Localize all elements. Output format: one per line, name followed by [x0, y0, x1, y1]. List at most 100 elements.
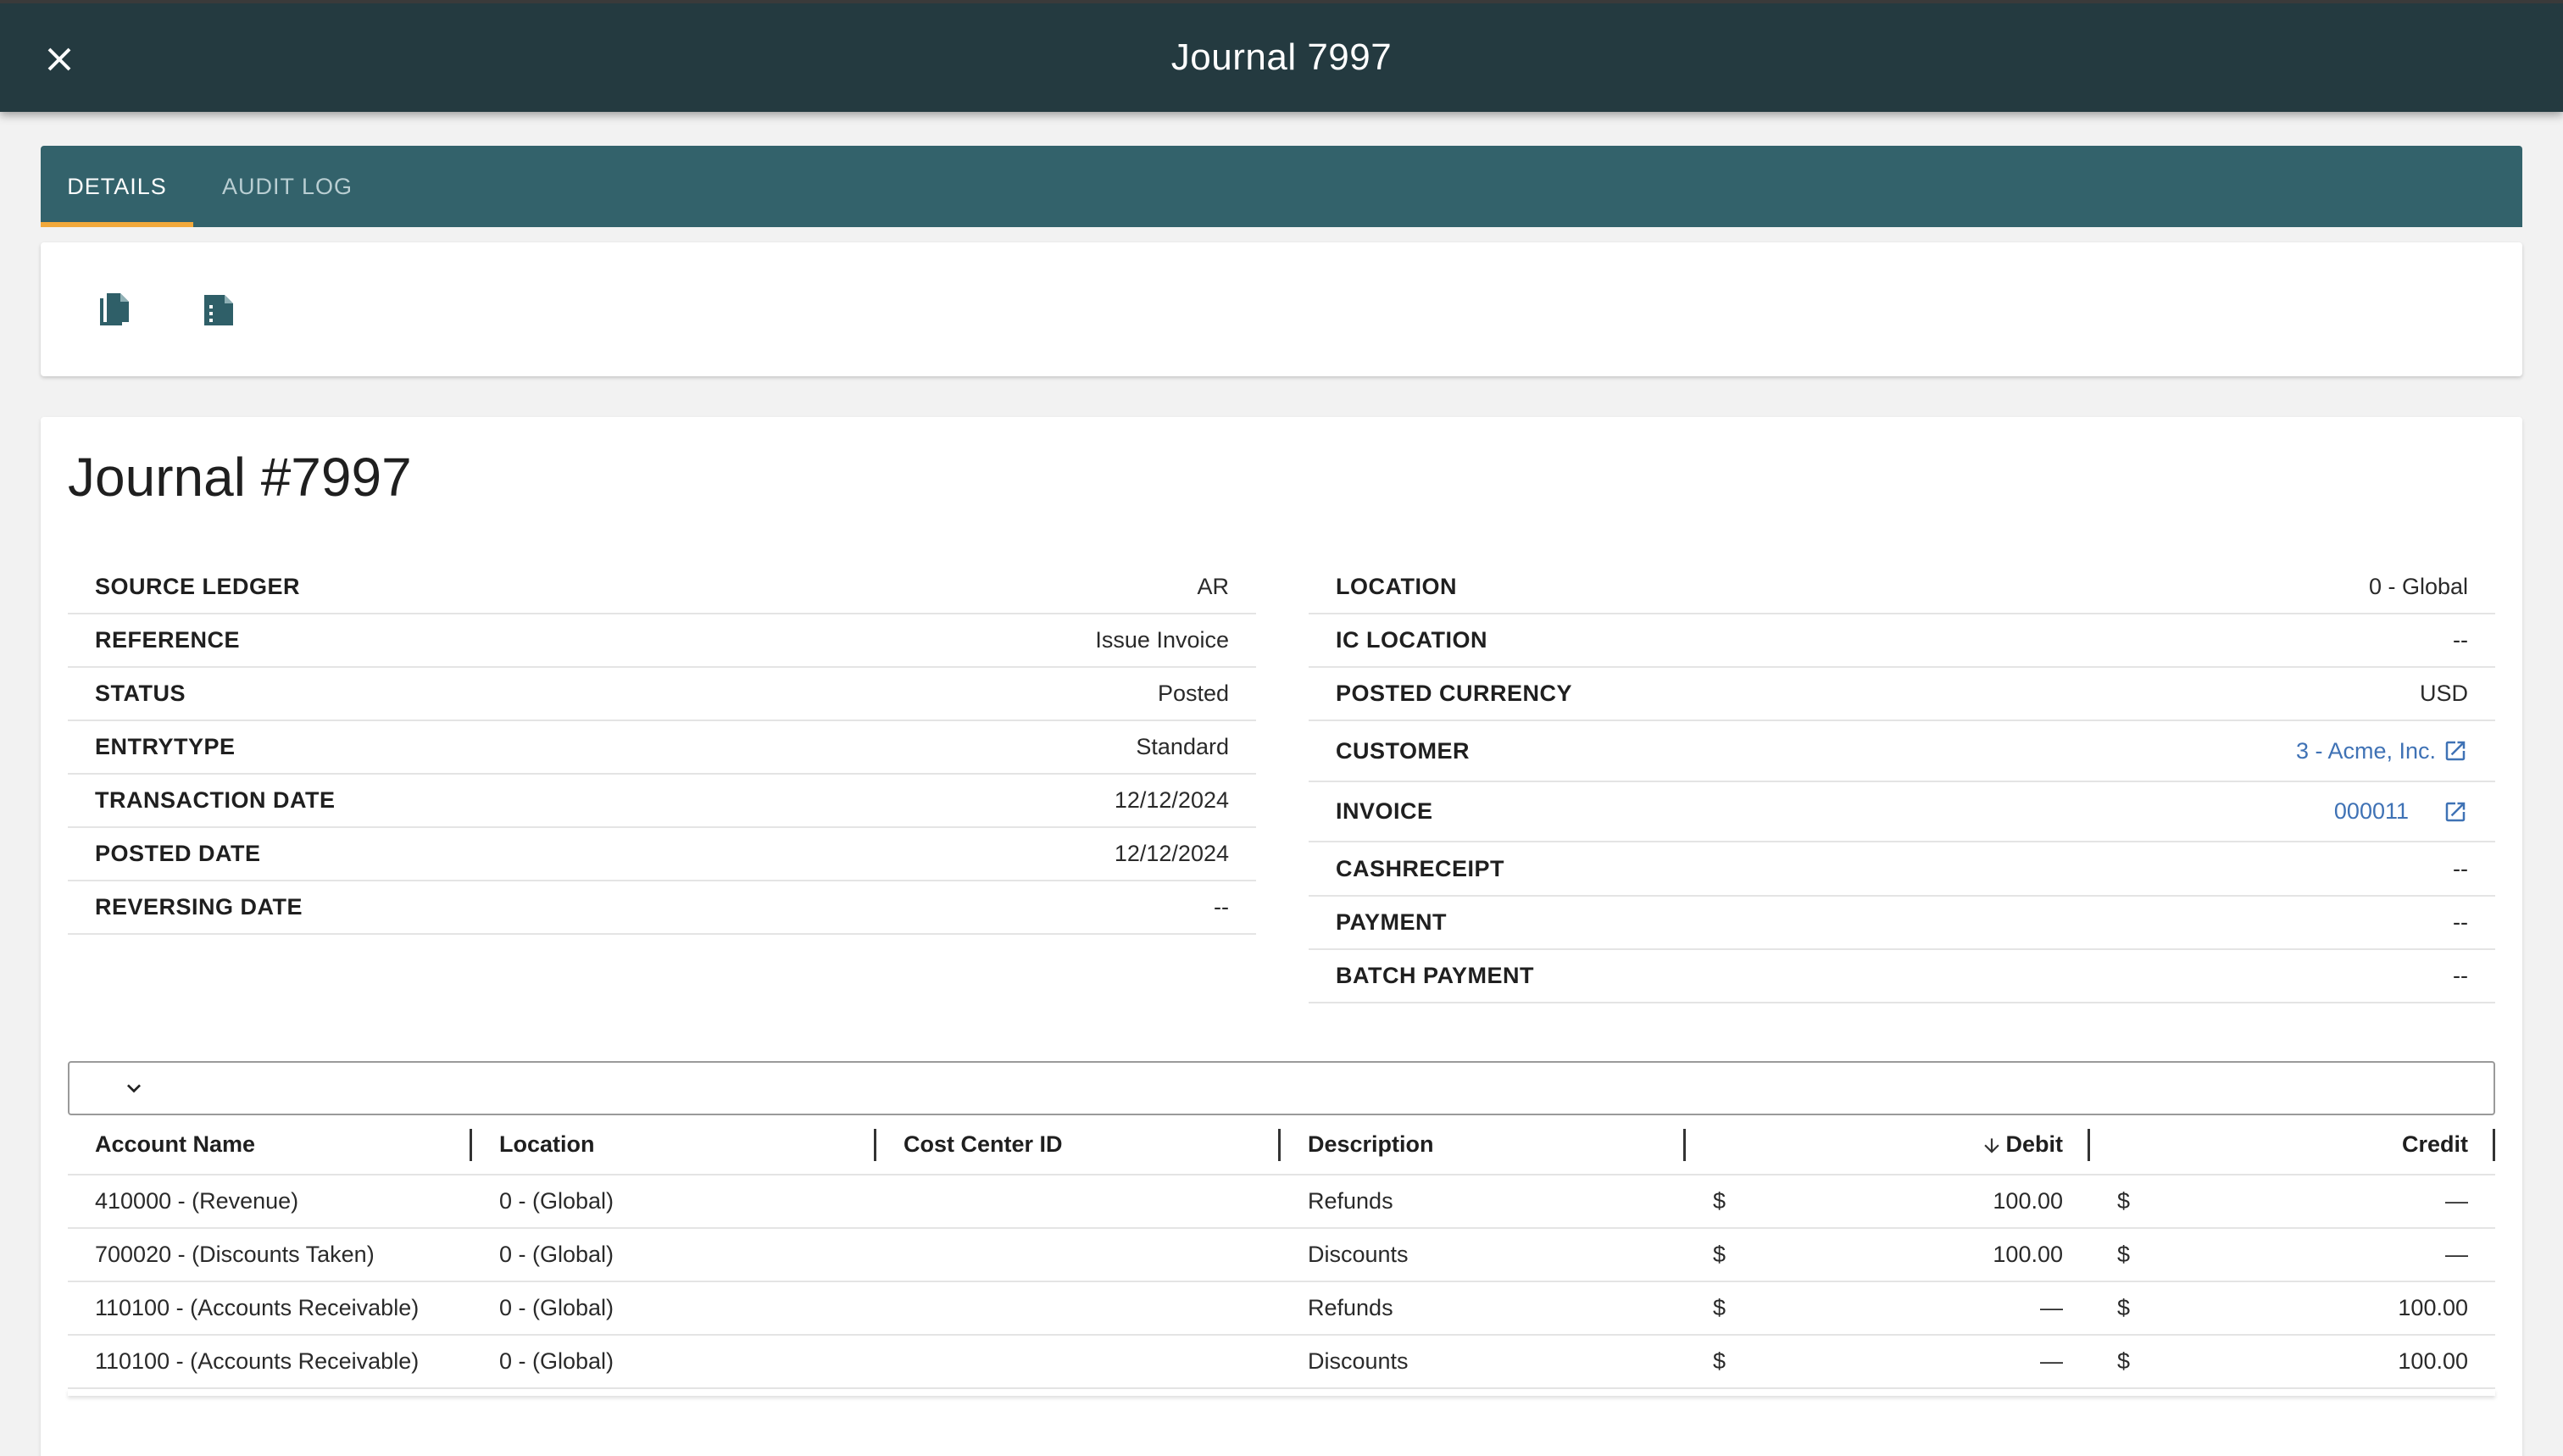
- currency-symbol: $: [1713, 1348, 1726, 1374]
- table-row[interactable]: 410000 - (Revenue) 0 - (Global) Refunds …: [68, 1175, 2495, 1229]
- tab-details[interactable]: DETAILS: [41, 146, 193, 227]
- cell-description: Refunds: [1281, 1175, 1686, 1229]
- dialog-title: Journal 7997: [1170, 36, 1393, 78]
- detail-label: BATCH PAYMENT: [1336, 963, 1535, 988]
- tab-audit-log[interactable]: AUDIT LOG: [198, 146, 376, 227]
- detail-value: Standard: [1136, 734, 1229, 759]
- cell-location: 0 - (Global): [472, 1335, 876, 1389]
- cell-credit: $100.00: [2090, 1335, 2495, 1389]
- credit-amount: —: [2445, 1242, 2468, 1267]
- detail-location: LOCATION 0 - Global: [1309, 561, 2495, 614]
- cell-debit: $ —: [1686, 1335, 2090, 1389]
- document-details-button[interactable]: [195, 286, 242, 334]
- copy-button[interactable]: [90, 286, 137, 334]
- details-left: SOURCE LEDGER AR REFERENCE Issue Invoice…: [68, 561, 1256, 935]
- customer-link-text: 3 - Acme, Inc.: [2295, 737, 2436, 764]
- cell-cost-center: [876, 1335, 1281, 1389]
- credit-amount: —: [2445, 1188, 2468, 1214]
- column-header-cost-center[interactable]: Cost Center ID: [876, 1115, 1281, 1175]
- chevron-down-icon: [127, 1084, 141, 1093]
- table-header-row: Account Name Location Cost Center ID Des…: [68, 1115, 2495, 1175]
- detail-reference: REFERENCE Issue Invoice: [68, 614, 1256, 668]
- dialog-header: Journal 7997: [0, 0, 2563, 112]
- details-right: LOCATION 0 - Global IC LOCATION -- POSTE…: [1309, 561, 2495, 1003]
- detail-value: USD: [2419, 681, 2468, 706]
- journal-card: Journal #7997 SOURCE LEDGER AR REFERENCE…: [41, 417, 2522, 1456]
- currency-symbol: $: [2117, 1295, 2131, 1320]
- detail-label: SOURCE LEDGER: [95, 574, 301, 599]
- detail-value: 12/12/2024: [1114, 841, 1229, 866]
- detail-reversing-date: REVERSING DATE --: [68, 881, 1256, 935]
- column-label: Account Name: [95, 1131, 256, 1157]
- table-row[interactable]: 110100 - (Accounts Receivable) 0 - (Glob…: [68, 1281, 2495, 1336]
- column-header-account[interactable]: Account Name: [68, 1115, 472, 1175]
- column-label: Cost Center ID: [903, 1131, 1063, 1157]
- invoice-link-text: 000011: [2333, 798, 2409, 824]
- action-toolbar: [41, 242, 2522, 376]
- detail-value: Issue Invoice: [1095, 627, 1229, 653]
- detail-source-ledger: SOURCE LEDGER AR: [68, 561, 1256, 614]
- column-header-credit[interactable]: Credit: [2090, 1115, 2495, 1175]
- cell-account: 410000 - (Revenue): [68, 1175, 472, 1229]
- column-header-debit[interactable]: Debit: [1686, 1115, 2090, 1175]
- cell-description: Refunds: [1281, 1281, 1686, 1336]
- journal-lines-table: Account Name Location Cost Center ID Des…: [68, 1115, 2495, 1389]
- cell-location: 0 - (Global): [472, 1228, 876, 1282]
- detail-label: STATUS: [95, 681, 186, 706]
- cell-debit: $ —: [1686, 1281, 2090, 1336]
- cell-location: 0 - (Global): [472, 1281, 876, 1336]
- detail-customer: CUSTOMER 3 - Acme, Inc.: [1309, 721, 2495, 782]
- detail-posted-date: POSTED DATE 12/12/2024: [68, 828, 1256, 881]
- currency-symbol: $: [2117, 1242, 2131, 1267]
- detail-label: REFERENCE: [95, 627, 241, 653]
- detail-label: CASHRECEIPT: [1336, 855, 1505, 881]
- detail-entrytype: ENTRYTYPE Standard: [68, 721, 1256, 775]
- cell-account: 110100 - (Accounts Receivable): [68, 1281, 472, 1336]
- detail-invoice: INVOICE 000011: [1309, 782, 2495, 842]
- customer-link[interactable]: 3 - Acme, Inc.: [2296, 738, 2468, 764]
- cell-debit: $100.00: [1686, 1175, 2090, 1229]
- detail-value: --: [1214, 894, 1229, 920]
- cell-credit: $100.00: [2090, 1281, 2495, 1336]
- column-label: Debit: [2005, 1131, 2064, 1157]
- cell-account: 700020 - (Discounts Taken): [68, 1228, 472, 1282]
- detail-value: --: [2453, 963, 2468, 988]
- column-header-location[interactable]: Location: [472, 1115, 876, 1175]
- detail-ic-location: IC LOCATION --: [1309, 614, 2495, 668]
- detail-payment: PAYMENT --: [1309, 897, 2495, 950]
- debit-amount: —: [2040, 1295, 2063, 1320]
- document-details-icon: [204, 295, 233, 325]
- cell-cost-center: [876, 1228, 1281, 1282]
- expand-toggle[interactable]: [120, 1075, 147, 1102]
- tab-bar: DETAILS AUDIT LOG: [41, 146, 2522, 227]
- cell-description: Discounts: [1281, 1228, 1686, 1282]
- currency-symbol: $: [2117, 1348, 2131, 1374]
- detail-label: REVERSING DATE: [95, 894, 303, 920]
- detail-value: --: [2453, 627, 2468, 653]
- detail-label: LOCATION: [1336, 574, 1457, 599]
- detail-value: Posted: [1157, 681, 1229, 706]
- detail-label: INVOICE: [1336, 798, 1433, 824]
- currency-symbol: $: [1713, 1188, 1726, 1214]
- detail-label: POSTED DATE: [95, 841, 261, 866]
- invoice-link[interactable]: 000011: [2334, 798, 2468, 825]
- table-row[interactable]: 110100 - (Accounts Receivable) 0 - (Glob…: [68, 1335, 2495, 1389]
- open-in-new-icon: [2445, 802, 2466, 821]
- credit-amount: 100.00: [2398, 1295, 2468, 1320]
- detail-status: STATUS Posted: [68, 668, 1256, 721]
- close-button[interactable]: [41, 41, 78, 78]
- detail-value: 12/12/2024: [1114, 787, 1229, 813]
- cell-location: 0 - (Global): [472, 1175, 876, 1229]
- cell-credit: $ —: [2090, 1175, 2495, 1229]
- currency-symbol: $: [1713, 1295, 1726, 1320]
- debit-amount: 100.00: [1993, 1242, 2063, 1267]
- detail-batch-payment: BATCH PAYMENT --: [1309, 950, 2495, 1003]
- close-icon: [47, 47, 71, 71]
- detail-value: AR: [1197, 574, 1229, 599]
- table-row[interactable]: 700020 - (Discounts Taken) 0 - (Global) …: [68, 1228, 2495, 1282]
- debit-amount: —: [2040, 1348, 2063, 1374]
- detail-label: ENTRYTYPE: [95, 734, 236, 759]
- copy-document-icon: [100, 293, 129, 325]
- credit-amount: 100.00: [2398, 1348, 2468, 1374]
- column-header-description[interactable]: Description: [1281, 1115, 1686, 1175]
